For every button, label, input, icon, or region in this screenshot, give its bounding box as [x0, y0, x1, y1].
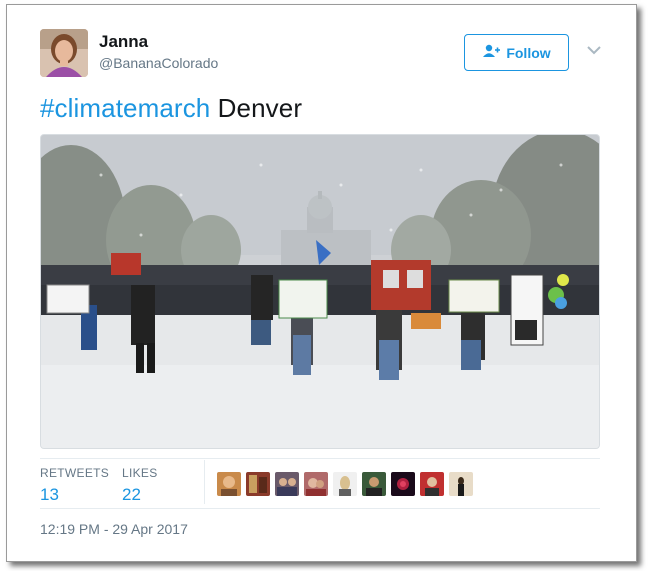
likes-count[interactable]: 22: [122, 485, 158, 505]
liker-avatar[interactable]: [420, 472, 444, 496]
liker-avatar[interactable]: [362, 472, 386, 496]
stats-separator: [204, 460, 205, 504]
hashtag-link[interactable]: #climatemarch: [40, 93, 210, 123]
retweets-stat[interactable]: RETWEETS 13: [40, 466, 109, 505]
author-name[interactable]: Janna: [99, 32, 148, 52]
author-handle[interactable]: @BananaColorado: [99, 55, 218, 71]
liker-avatar[interactable]: [333, 472, 357, 496]
likes-stat[interactable]: LIKES 22: [122, 466, 158, 505]
add-person-icon: [482, 44, 501, 61]
tweet-body: Denver: [210, 93, 303, 123]
follow-label: Follow: [506, 44, 551, 61]
author-avatar[interactable]: [40, 29, 88, 77]
liker-avatar[interactable]: [275, 472, 299, 496]
retweets-count[interactable]: 13: [40, 485, 109, 505]
liker-avatar[interactable]: [246, 472, 270, 496]
liker-avatar[interactable]: [304, 472, 328, 496]
retweets-label: RETWEETS: [40, 466, 110, 480]
liker-avatars: [217, 472, 473, 496]
tweet-text: #climatemarch Denver: [40, 93, 302, 124]
liker-avatar[interactable]: [449, 472, 473, 496]
liker-avatar[interactable]: [391, 472, 415, 496]
chevron-down-icon[interactable]: [586, 43, 602, 57]
tweet-card: Janna @BananaColorado Follow #climatemar…: [6, 4, 637, 562]
tweet-photo[interactable]: [40, 134, 600, 449]
stats-top-divider: [40, 458, 600, 459]
likes-label: LIKES: [122, 466, 158, 480]
tweet-timestamp[interactable]: 12:19 PM - 29 Apr 2017: [40, 521, 188, 537]
liker-avatar[interactable]: [217, 472, 241, 496]
stats-bottom-divider: [40, 508, 600, 509]
follow-button[interactable]: Follow: [464, 34, 569, 71]
